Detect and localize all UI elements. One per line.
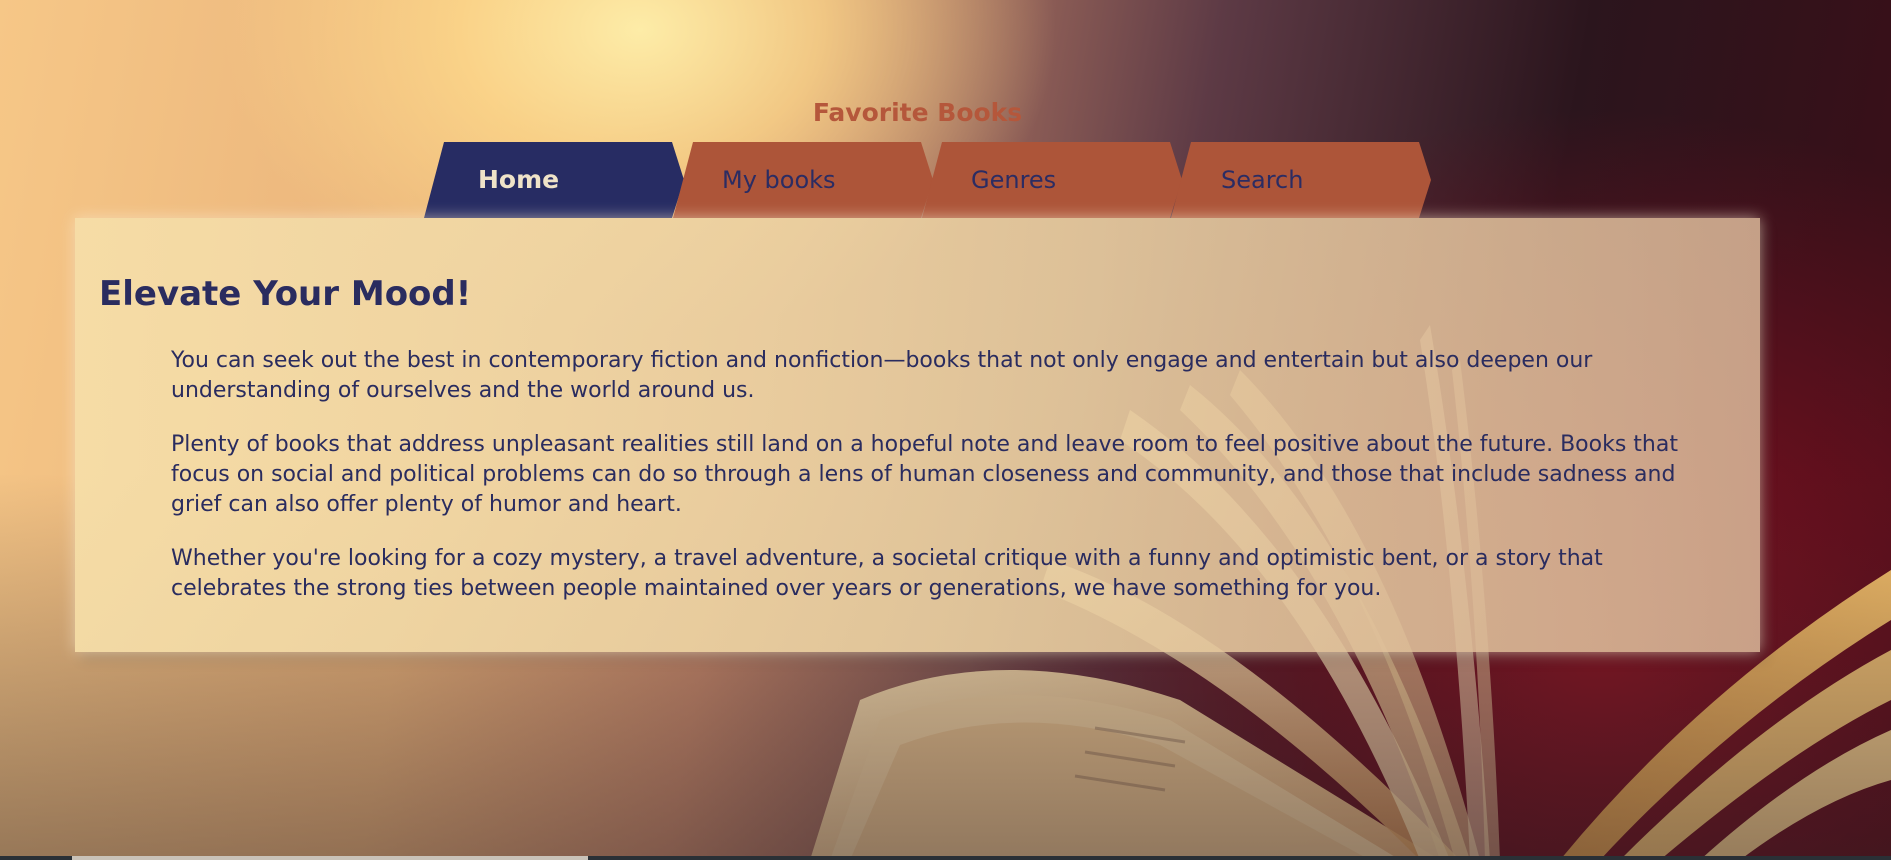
horizontal-scrollbar-thumb[interactable] [72, 856, 588, 860]
site-title: Favorite Books [812, 98, 1023, 127]
tab-home-label: Home [478, 165, 560, 194]
content-panel: Elevate Your Mood! You can seek out the … [75, 218, 1760, 652]
intro-paragraph-1: You can seek out the best in contemporar… [171, 348, 1593, 403]
intro-paragraph-3: Whether you're looking for a cozy myster… [171, 546, 1603, 601]
tab-genres-label: Genres [971, 166, 1057, 194]
tab-genres[interactable]: Genres [922, 142, 1182, 218]
tab-search[interactable]: Search [1171, 142, 1431, 218]
tab-my-books-label: My books [722, 166, 836, 194]
tab-search-label: Search [1221, 166, 1304, 194]
page-heading: Elevate Your Mood! [99, 274, 472, 314]
tab-my-books[interactable]: My books [673, 142, 933, 218]
tab-home[interactable]: Home [424, 142, 684, 218]
intro-paragraph-2: Plenty of books that address unpleasant … [171, 432, 1678, 517]
bottom-bar [0, 856, 1891, 860]
